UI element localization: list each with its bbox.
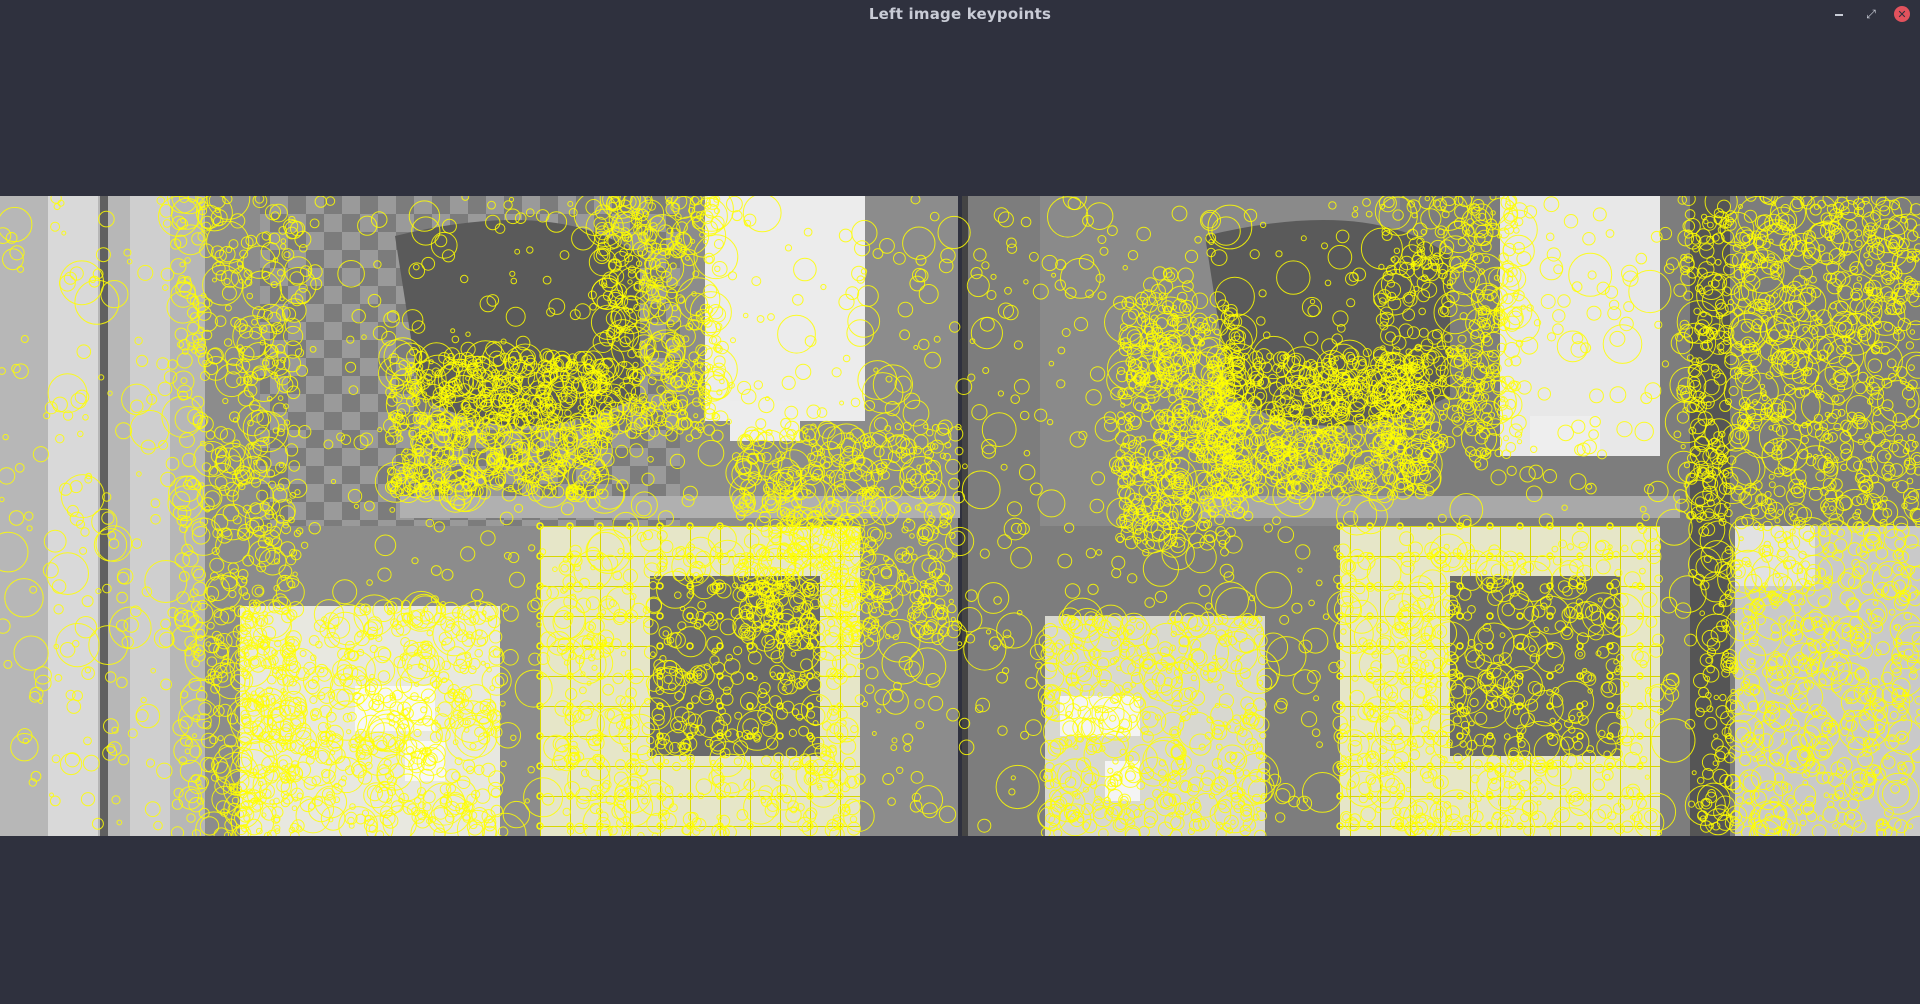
app-window: Left image keypoints ⤢ ✕ [0,0,1920,1004]
window-title: Left image keypoints [868,5,1052,23]
keypoint-image-view [0,196,1920,836]
minimize-icon[interactable] [1831,6,1847,22]
keypoint-marker [957,641,963,647]
left-aerial-image [0,196,960,836]
close-icon[interactable]: ✕ [1894,6,1910,22]
maximize-icon[interactable]: ⤢ [1863,6,1879,22]
keypoint-image [0,196,1920,836]
title-bar[interactable]: Left image keypoints ⤢ ✕ [0,0,1920,28]
